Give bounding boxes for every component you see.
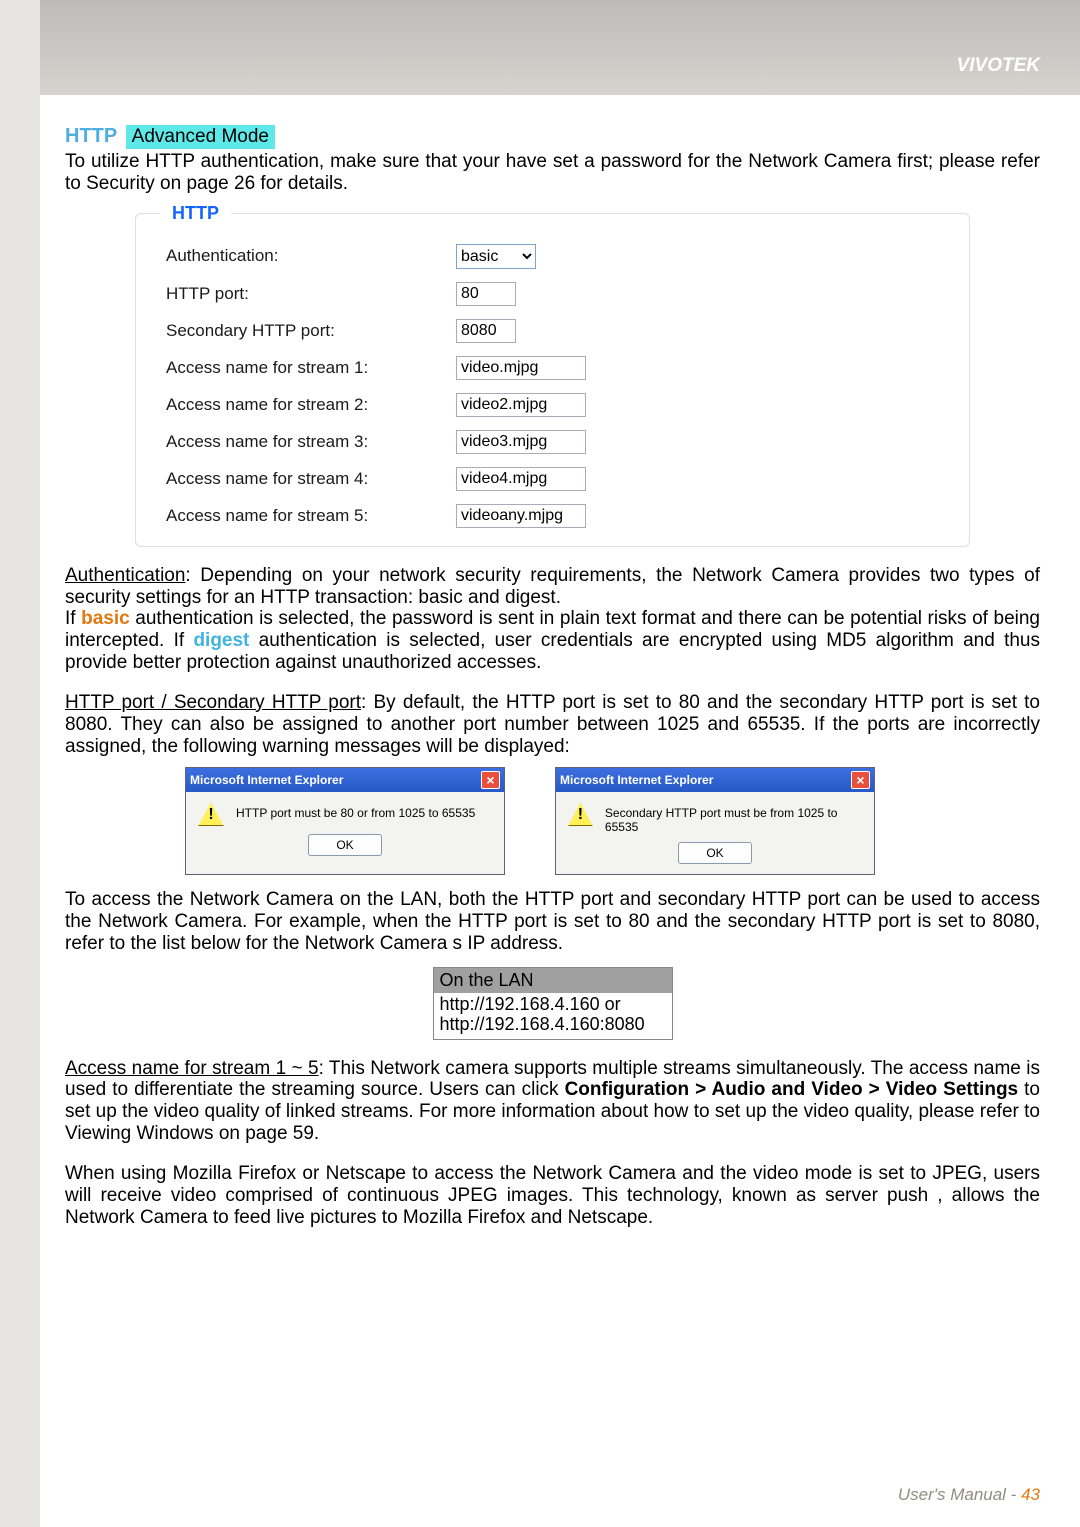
dialog1-msg: HTTP port must be 80 or from 1025 to 655… [236, 802, 475, 820]
auth-lead: Authentication [65, 565, 185, 586]
close-icon[interactable]: × [851, 771, 870, 789]
mozilla-para: When using Mozilla Firefox or Netscape t… [65, 1163, 1040, 1229]
section-title: HTTP [65, 125, 117, 147]
port-para: HTTP port / Secondary HTTP port: By defa… [65, 692, 1040, 758]
dialog1-ok-button[interactable]: OK [308, 834, 382, 856]
http-port-input[interactable] [456, 282, 516, 306]
http-settings-panel: HTTP Authentication: basic HTTP port: Se… [135, 213, 970, 547]
warning-icon [198, 802, 224, 826]
port-lead: HTTP port / Secondary HTTP port [65, 692, 361, 713]
lan-box-body: http://192.168.4.160 or http://192.168.4… [434, 993, 672, 1039]
lan-line2: http://192.168.4.160:8080 [440, 1014, 645, 1034]
page-content: HTTP Advanced Mode To utilize HTTP authe… [65, 125, 1040, 1228]
row-stream1: Access name for stream 1: [166, 356, 939, 380]
row-stream2: Access name for stream 2: [166, 393, 939, 417]
row-stream4: Access name for stream 4: [166, 467, 939, 491]
stream4-input[interactable] [456, 467, 586, 491]
footer-page: 43 [1021, 1485, 1040, 1504]
row-http-port: HTTP port: [166, 282, 939, 306]
row-stream5: Access name for stream 5: [166, 504, 939, 528]
config-path: Configuration > Audio and Video > Video … [565, 1079, 1019, 1100]
access-para: Access name for stream 1 ~ 5: This Netwo… [65, 1058, 1040, 1145]
auth-select[interactable]: basic [456, 244, 536, 269]
stream3-input[interactable] [456, 430, 586, 454]
dialog2-ok-button[interactable]: OK [678, 842, 752, 864]
intro-para: To utilize HTTP authentication, make sur… [65, 151, 1040, 195]
dialog2-titlebar: Microsoft Internet Explorer × [556, 768, 874, 792]
stream5-label: Access name for stream 5: [166, 506, 456, 526]
stream3-label: Access name for stream 3: [166, 432, 456, 452]
row-stream3: Access name for stream 3: [166, 430, 939, 454]
http-port-label: HTTP port: [166, 284, 456, 304]
row-secondary-port: Secondary HTTP port: [166, 319, 939, 343]
stream1-input[interactable] [456, 356, 586, 380]
lan-box-head: On the LAN [434, 968, 672, 993]
warning-icon [568, 802, 593, 826]
footer-label: User's Manual - [898, 1485, 1021, 1504]
dialog1-titlebar: Microsoft Internet Explorer × [186, 768, 504, 792]
digest-highlight: digest [193, 630, 249, 651]
stream1-label: Access name for stream 1: [166, 358, 456, 378]
auth-label: Authentication: [166, 246, 456, 266]
advanced-mode-badge: Advanced Mode [126, 125, 275, 149]
row-authentication: Authentication: basic [166, 244, 939, 269]
access-lead: Access name for stream 1 ~ 5 [65, 1058, 319, 1079]
close-icon[interactable]: × [481, 771, 500, 789]
auth-para: Authentication: Depending on your networ… [65, 565, 1040, 674]
dialog-http-port: Microsoft Internet Explorer × HTTP port … [185, 767, 505, 875]
brand-label: VIVOTEK [957, 55, 1040, 77]
lan-para: To access the Network Camera on the LAN,… [65, 889, 1040, 955]
stream4-label: Access name for stream 4: [166, 469, 456, 489]
dialog2-msg: Secondary HTTP port must be from 1025 to… [605, 802, 862, 834]
lan-address-box: On the LAN http://192.168.4.160 or http:… [433, 967, 673, 1040]
dialog-secondary-port: Microsoft Internet Explorer × Secondary … [555, 767, 875, 875]
section-heading: HTTP Advanced Mode [65, 125, 1040, 149]
panel-legend: HTTP [160, 203, 231, 224]
stream2-input[interactable] [456, 393, 586, 417]
secondary-port-label: Secondary HTTP port: [166, 321, 456, 341]
page-left-stripe [0, 0, 40, 1527]
dialog1-title: Microsoft Internet Explorer [190, 773, 343, 787]
page-header: VIVOTEK [40, 0, 1080, 95]
dialog-row: Microsoft Internet Explorer × HTTP port … [185, 767, 920, 875]
secondary-port-input[interactable] [456, 319, 516, 343]
lan-line1: http://192.168.4.160 or [440, 994, 621, 1014]
basic-highlight: basic [81, 608, 130, 629]
page-footer: User's Manual - 43 [898, 1485, 1040, 1505]
stream2-label: Access name for stream 2: [166, 395, 456, 415]
stream5-input[interactable] [456, 504, 586, 528]
dialog2-title: Microsoft Internet Explorer [560, 773, 713, 787]
